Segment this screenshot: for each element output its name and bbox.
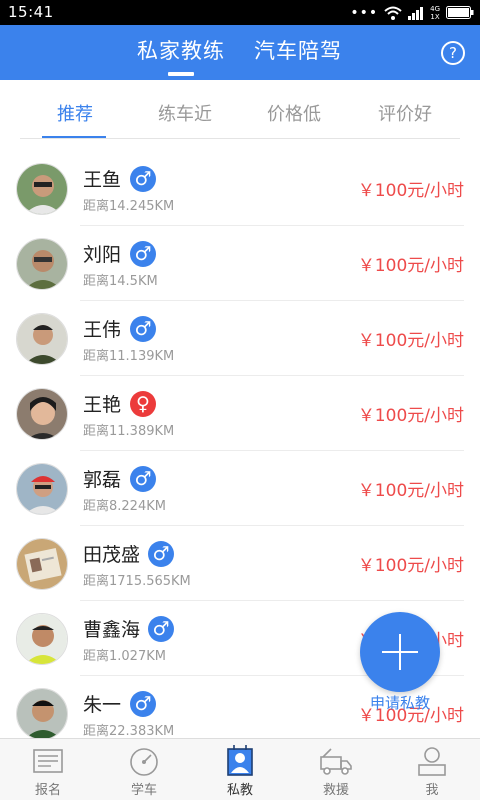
coach-distance: 距离1715.565KM [83, 574, 191, 589]
coach-distance: 距离8.224KM [83, 499, 166, 514]
male-icon: ♂ [130, 691, 156, 717]
avatar [16, 163, 68, 215]
header: 私家教练 汽车陪驾 ? [0, 25, 480, 80]
coach-price: ￥100元/小时 [357, 406, 464, 426]
bottom-nav: 报名 学车 私教 救援 我 [0, 738, 480, 800]
filter-recommended[interactable]: 推荐 [57, 100, 93, 126]
tab-indicator [168, 72, 194, 76]
male-icon: ♂ [130, 241, 156, 267]
coach-name: 王伟 [83, 319, 122, 341]
status-time: 15:41 [8, 3, 54, 21]
male-icon: ♂ [148, 616, 174, 642]
avatar [16, 388, 68, 440]
coach-name: 王鱼 [83, 169, 122, 191]
filter-divider [20, 138, 460, 139]
apply-coach-button[interactable] [360, 612, 440, 692]
coach-row[interactable]: 田茂盛 ♂ 距离1715.565KM ￥100元/小时 [0, 526, 480, 601]
avatar [16, 688, 68, 738]
nav-label: 学车 [130, 783, 157, 798]
avatar [16, 463, 68, 515]
network-type: 4G 1X [430, 4, 440, 21]
nav-private-coach[interactable]: 私教 [192, 739, 288, 800]
coach-row[interactable]: 王艳 ♀ 距离11.389KM ￥100元/小时 [0, 376, 480, 451]
coach-price: ￥100元/小时 [357, 556, 464, 576]
filter-bar: 推荐 练车近 价格低 评价好 [0, 80, 480, 140]
nav-rescue[interactable]: 救援 [288, 739, 384, 800]
avatar [16, 538, 68, 590]
status-icons: ••• 4G 1X [350, 3, 474, 22]
coach-row[interactable]: 王伟 ♂ 距离11.139KM ￥100元/小时 [0, 301, 480, 376]
coach-distance: 距离11.139KM [83, 349, 175, 364]
wifi-icon [384, 6, 402, 20]
tab-private-coach[interactable]: 私家教练 [137, 35, 225, 65]
help-icon[interactable]: ? [441, 41, 465, 65]
coach-name: 郭磊 [83, 469, 122, 491]
coach-distance: 距离14.5KM [83, 274, 158, 289]
male-icon: ♂ [130, 466, 156, 492]
female-icon: ♀ [130, 391, 156, 417]
coach-distance: 距离22.383KM [83, 724, 175, 738]
coach-distance: 距离1.027KM [83, 649, 166, 664]
register-icon [33, 749, 63, 773]
nav-learn[interactable]: 学车 [96, 739, 192, 800]
dashboard-icon [130, 748, 158, 776]
coach-price: ￥100元/小时 [357, 181, 464, 201]
coach-name: 王艳 [83, 394, 122, 416]
coach-distance: 距离11.389KM [83, 424, 175, 439]
coach-name: 曹鑫海 [83, 619, 141, 641]
nav-profile[interactable]: 我 [384, 739, 480, 800]
coach-name: 刘阳 [83, 244, 122, 266]
coach-price: ￥100元/小时 [357, 481, 464, 501]
coach-name: 朱一 [83, 694, 122, 716]
more-dots-icon: ••• [350, 4, 379, 21]
nav-label: 私教 [226, 783, 253, 798]
tab-car-companion[interactable]: 汽车陪驾 [254, 35, 342, 65]
tow-truck-icon [320, 748, 352, 775]
male-icon: ♂ [130, 316, 156, 342]
filter-best-rated[interactable]: 评价好 [378, 100, 432, 126]
filter-nearest[interactable]: 练车近 [158, 100, 212, 126]
plus-icon-vertical [399, 634, 401, 670]
coach-name: 田茂盛 [83, 544, 141, 566]
apply-coach-label[interactable]: 申请私教 [360, 692, 440, 713]
status-bar: 15:41 ••• 4G 1X [0, 0, 480, 25]
signal-icon [408, 6, 424, 20]
nav-label: 报名 [34, 783, 61, 798]
male-icon: ♂ [130, 166, 156, 192]
avatar [16, 613, 68, 665]
coach-icon [227, 745, 253, 776]
coach-row[interactable]: 郭磊 ♂ 距离8.224KM ￥100元/小时 [0, 451, 480, 526]
nav-register[interactable]: 报名 [0, 739, 96, 800]
male-icon: ♂ [148, 541, 174, 567]
filter-lowest-price[interactable]: 价格低 [267, 100, 321, 126]
battery-icon [446, 6, 474, 19]
coach-row[interactable]: 刘阳 ♂ 距离14.5KM ￥100元/小时 [0, 226, 480, 301]
coach-price: ￥100元/小时 [357, 331, 464, 351]
avatar [16, 238, 68, 290]
coach-distance: 距离14.245KM [83, 199, 175, 214]
nav-label: 我 [425, 783, 439, 798]
avatar [16, 313, 68, 365]
profile-icon [418, 747, 446, 776]
coach-row[interactable]: 王鱼 ♂ 距离14.245KM ￥100元/小时 [0, 151, 480, 226]
nav-label: 救援 [322, 783, 349, 798]
coach-price: ￥100元/小时 [357, 256, 464, 276]
